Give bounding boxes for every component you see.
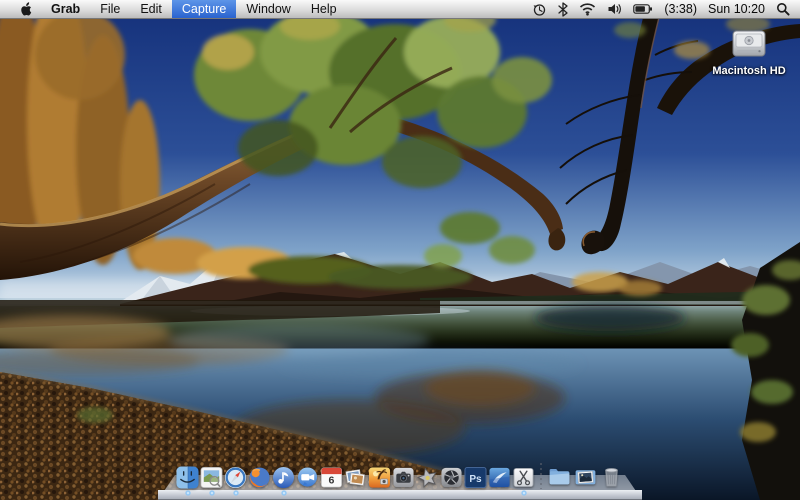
svg-text:Ps: Ps xyxy=(469,474,482,485)
dock-icon-safari[interactable] xyxy=(224,466,247,489)
time-machine-icon[interactable] xyxy=(532,0,547,18)
volume-icon[interactable] xyxy=(607,0,622,18)
dock: 6 Ps xyxy=(158,458,642,500)
desktop-icon-label: Macintosh HD xyxy=(712,65,785,77)
menu-bar-clock[interactable]: Sun 10:20 xyxy=(708,2,765,16)
dock-icon-photoshop[interactable]: Ps xyxy=(464,466,487,489)
desktop-icon-macintosh-hd[interactable]: Macintosh HD xyxy=(708,25,790,77)
dock-icon-star[interactable] xyxy=(416,466,439,489)
app-menu-grab[interactable]: Grab xyxy=(41,0,90,18)
menu-edit[interactable]: Edit xyxy=(130,0,172,18)
dock-icon-blue-swoosh[interactable] xyxy=(488,466,511,489)
svg-text:6: 6 xyxy=(329,475,335,487)
dock-icon-camera[interactable] xyxy=(392,466,415,489)
bluetooth-icon[interactable] xyxy=(558,0,568,18)
running-indicator xyxy=(185,490,191,496)
running-indicator xyxy=(209,490,215,496)
menu-window[interactable]: Window xyxy=(236,0,300,18)
menu-file[interactable]: File xyxy=(90,0,130,18)
dock-icon-ical[interactable]: 6 xyxy=(320,466,343,489)
battery-time-remaining[interactable]: (3:38) xyxy=(664,2,697,16)
apple-logo-icon xyxy=(19,2,32,17)
hard-drive-icon xyxy=(728,25,770,63)
dock-icon-itunes[interactable] xyxy=(272,466,295,489)
dock-icon-firefox[interactable] xyxy=(248,466,271,489)
wifi-icon[interactable] xyxy=(579,0,596,18)
battery-icon[interactable] xyxy=(633,0,653,18)
dock-icon-finder[interactable] xyxy=(176,466,199,489)
wallpaper-lake-scene xyxy=(0,0,800,500)
menu-help[interactable]: Help xyxy=(301,0,347,18)
spotlight-icon[interactable] xyxy=(776,0,790,18)
desktop: Grab File Edit Capture Window Help (3:3 xyxy=(0,0,800,500)
dock-icon-photo-stack[interactable] xyxy=(344,466,367,489)
dock-icon-aperture[interactable] xyxy=(440,466,463,489)
running-indicator xyxy=(281,490,287,496)
dock-icon-preview[interactable] xyxy=(200,466,223,489)
dock-separator xyxy=(540,463,542,489)
dock-icon-iphoto[interactable] xyxy=(368,466,391,489)
menu-capture-active[interactable]: Capture xyxy=(172,0,236,18)
running-indicator xyxy=(233,490,239,496)
apple-menu[interactable] xyxy=(10,0,41,18)
dock-shelf-front xyxy=(158,490,642,500)
dock-trash[interactable] xyxy=(599,464,624,489)
dock-icon-ichat[interactable] xyxy=(296,466,319,489)
dock-stack-pictures[interactable] xyxy=(573,464,598,489)
dock-icon-grab[interactable] xyxy=(512,466,535,489)
dock-folder-documents[interactable] xyxy=(547,464,572,489)
menu-bar: Grab File Edit Capture Window Help (3:3 xyxy=(0,0,800,19)
running-indicator xyxy=(521,490,527,496)
